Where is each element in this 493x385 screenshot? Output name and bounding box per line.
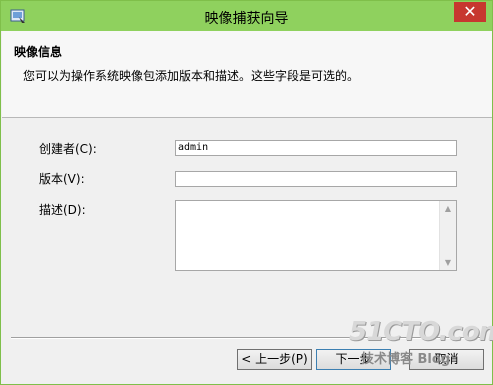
creator-field[interactable]: admin [175,140,457,156]
page-description: 您可以为操作系统映像包添加版本和描述。这些字段是可选的。 [23,69,360,83]
header-panel: 映像信息 您可以为操作系统映像包添加版本和描述。这些字段是可选的。 [2,31,492,118]
scroll-down-icon[interactable]: ▼ [440,258,456,267]
wizard-window: 映像捕获向导 ✕ 映像信息 您可以为操作系统映像包添加版本和描述。这些字段是可选… [0,0,493,385]
close-icon: ✕ [463,2,477,21]
watermark-tagline: 技术博客 Blog [361,352,451,367]
version-field[interactable] [175,171,457,187]
window-title: 映像捕获向导 [204,11,289,27]
close-button[interactable]: ✕ [454,2,486,22]
version-label: 版本(V): [39,172,85,186]
description-scrollbar[interactable]: ▲ ▼ [439,201,456,270]
watermark-brand: 51CTO.com [349,317,493,347]
title-bar[interactable]: 映像捕获向导 ✕ [1,1,492,31]
scroll-up-icon[interactable]: ▲ [440,204,456,213]
description-label: 描述(D): [39,203,86,217]
creator-label: 创建者(C): [39,142,97,156]
watermark: 51CTO.com 技术博客 Blog [349,317,493,367]
back-button[interactable]: < 上一步(P) [237,349,312,370]
page-title: 映像信息 [14,45,63,59]
description-field[interactable]: ▲ ▼ [175,200,457,271]
